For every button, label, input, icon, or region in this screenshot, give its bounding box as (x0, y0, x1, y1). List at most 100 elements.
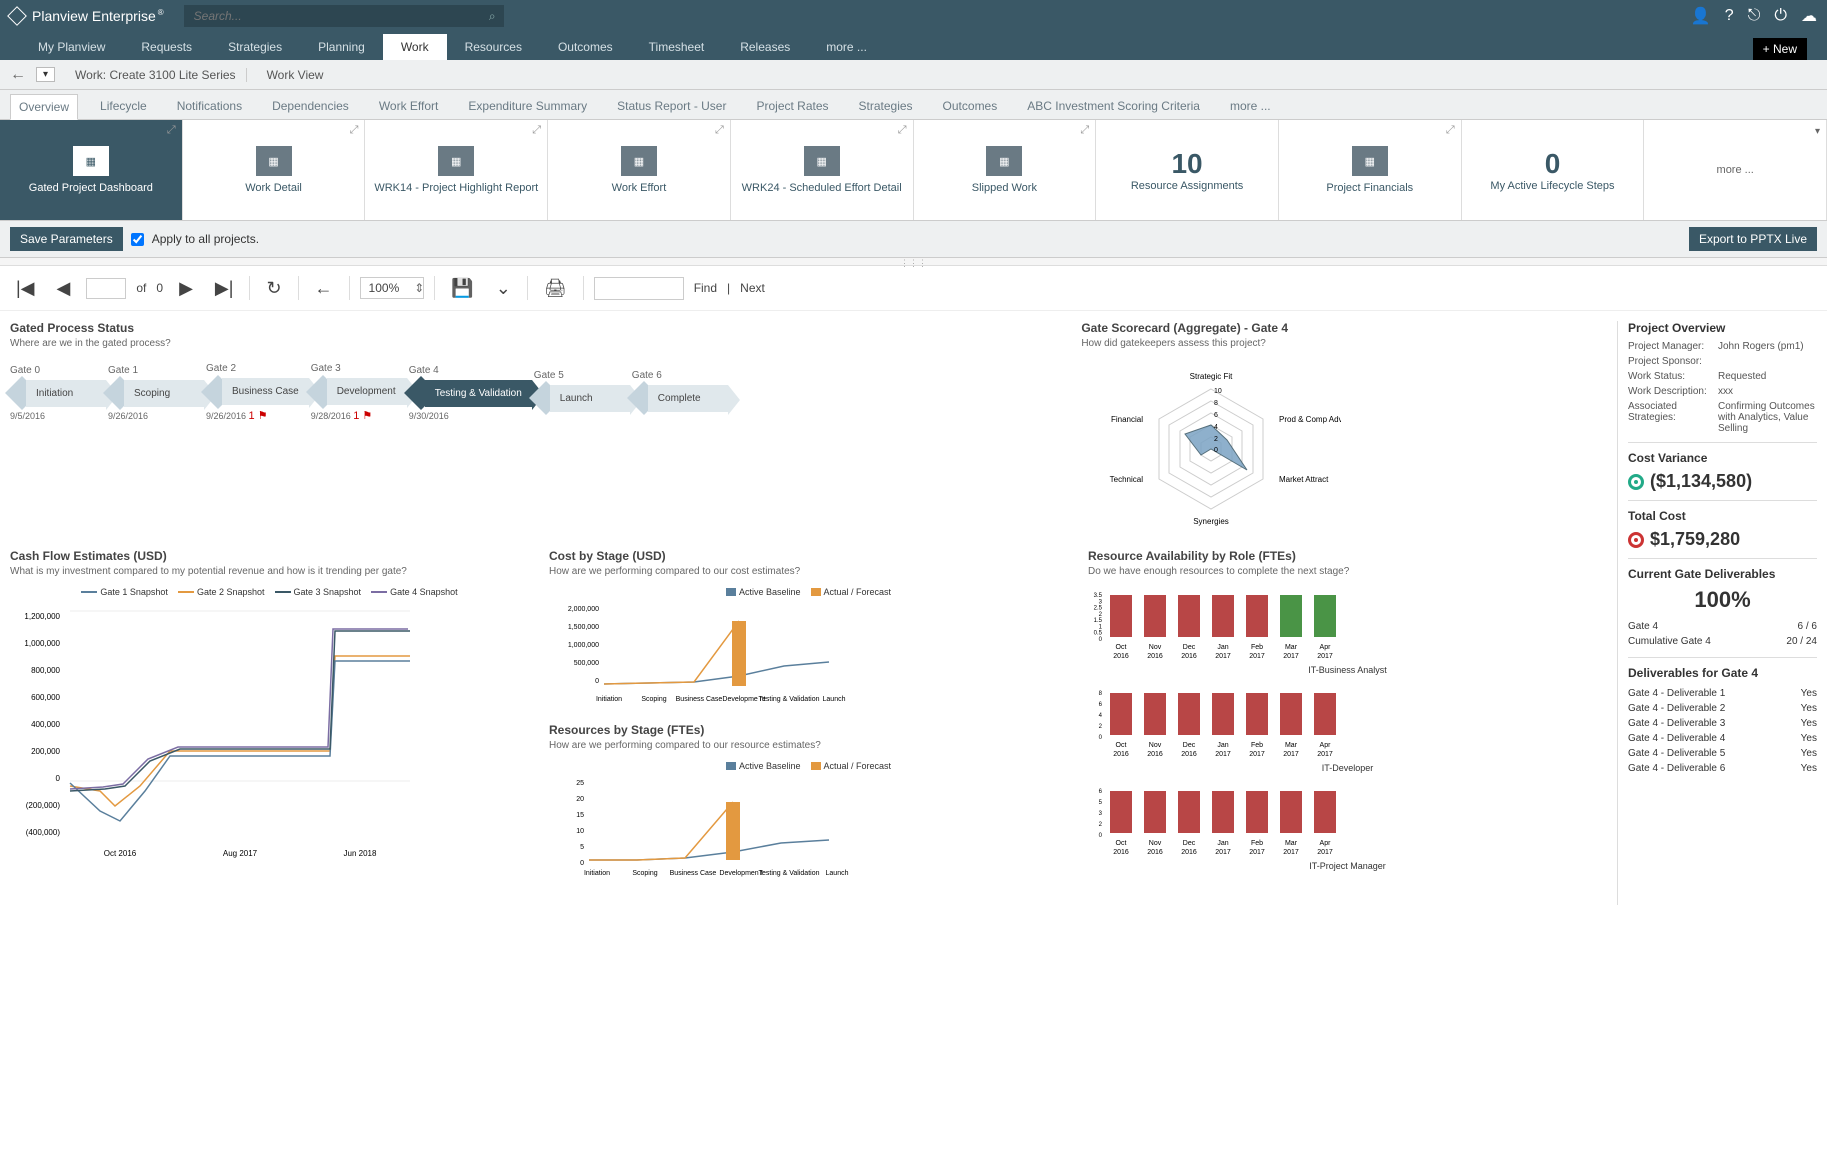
svg-text:(400,000): (400,000) (26, 828, 61, 837)
prev-page-icon[interactable]: ◀ (51, 278, 77, 299)
tile-effort[interactable]: ⤢▦Work Effort (548, 120, 731, 220)
tile-fin[interactable]: ⤢▦Project Financials (1279, 120, 1462, 220)
svg-text:2016: 2016 (1147, 653, 1163, 660)
cost-stage-sub: How are we performing compared to our co… (549, 566, 1068, 577)
save-icon[interactable]: 💾 (445, 278, 479, 299)
tile-gated[interactable]: ⤢▦Gated Project Dashboard (0, 120, 183, 220)
last-page-icon[interactable]: ▶| (209, 278, 240, 299)
logout-icon[interactable]: ⎋ (1748, 7, 1761, 25)
overview-row: Gate 4 - Deliverable 3Yes (1628, 716, 1817, 731)
svg-text:3: 3 (1099, 599, 1103, 605)
nav-item[interactable]: Strategies (210, 34, 300, 60)
tile-steps[interactable]: 0My Active Lifecycle Steps (1462, 120, 1645, 220)
nav-item[interactable]: My Planview (20, 34, 123, 60)
svg-text:2017: 2017 (1283, 653, 1299, 660)
tile-detail[interactable]: ⤢▦Work Detail (183, 120, 366, 220)
sub-tab[interactable]: Project Rates (748, 94, 836, 119)
tile-wrk14[interactable]: ⤢▦WRK14 - Project Highlight Report (365, 120, 548, 220)
svg-text:200,000: 200,000 (31, 747, 60, 756)
save-parameters-button[interactable]: Save Parameters (10, 227, 123, 251)
total-cost-icon (1628, 532, 1644, 548)
next-page-icon[interactable]: ▶ (173, 278, 199, 299)
find-input[interactable] (594, 277, 684, 300)
new-button[interactable]: + New (1753, 38, 1807, 60)
svg-text:Financial: Financial (1111, 415, 1143, 424)
nav-item[interactable]: Resources (447, 34, 540, 60)
overview-row: Project Sponsor: (1628, 356, 1817, 367)
svg-text:Jan: Jan (1217, 644, 1228, 651)
tile-res[interactable]: 10Resource Assignments (1096, 120, 1279, 220)
search-input[interactable] (184, 5, 504, 27)
sub-tab[interactable]: ABC Investment Scoring Criteria (1019, 94, 1208, 119)
refresh-icon[interactable]: ↻ (260, 278, 287, 299)
sub-tab[interactable]: Lifecycle (92, 94, 155, 119)
svg-text:1,200,000: 1,200,000 (24, 612, 60, 621)
cost-res-column: Cost by Stage (USD) How are we performin… (549, 549, 1068, 885)
sub-tab[interactable]: Overview (10, 94, 78, 120)
svg-text:Jun 2018: Jun 2018 (344, 849, 377, 858)
svg-text:2: 2 (1214, 436, 1218, 443)
svg-text:6: 6 (1099, 702, 1103, 708)
tile-slipped[interactable]: ⤢▦Slipped Work (914, 120, 1097, 220)
sub-tab[interactable]: Strategies (851, 94, 921, 119)
export-pptx-button[interactable]: Export to PPTX Live (1689, 227, 1817, 251)
svg-text:Mar: Mar (1285, 840, 1298, 847)
power-icon[interactable]: ⏻ (1774, 7, 1787, 25)
overview-row: Work Status:Requested (1628, 371, 1817, 382)
user-icon[interactable]: 👤 (1691, 6, 1711, 26)
cost-var-icon (1628, 474, 1644, 490)
svg-text:2016: 2016 (1147, 849, 1163, 856)
sub-tab[interactable]: Status Report - User (609, 94, 734, 119)
search-icon[interactable]: ⌕ (489, 9, 496, 24)
overview-row: Gate 4 - Deliverable 4Yes (1628, 731, 1817, 746)
cashflow-sub: What is my investment compared to my pot… (10, 566, 529, 577)
print-icon[interactable]: 🖨 (538, 278, 573, 299)
tile-more[interactable]: more ...▾ (1644, 120, 1827, 220)
sub-tab[interactable]: Notifications (169, 94, 250, 119)
sub-tab[interactable]: Work Effort (371, 94, 447, 119)
tile-wrk24[interactable]: ⤢▦WRK24 - Scheduled Effort Detail (731, 120, 914, 220)
svg-text:2017: 2017 (1317, 751, 1333, 758)
svg-text:0: 0 (1099, 637, 1103, 643)
breadcrumb-dropdown[interactable]: ▾ (36, 67, 55, 82)
svg-text:2016: 2016 (1113, 751, 1129, 758)
help-icon[interactable]: ? (1725, 7, 1734, 25)
total-cost-label: Total Cost (1628, 509, 1817, 523)
res-avail-sub: Do we have enough resources to complete … (1088, 566, 1607, 577)
svg-text:Nov: Nov (1149, 644, 1162, 651)
cloud-icon[interactable]: ☁ (1801, 6, 1817, 26)
nav-item[interactable]: Planning (300, 34, 383, 60)
next-label[interactable]: Next (740, 281, 765, 295)
nav-item[interactable]: Outcomes (540, 34, 631, 60)
svg-text:Aug 2017: Aug 2017 (223, 849, 258, 858)
total-cost-value: $1,759,280 (1650, 529, 1740, 550)
sub-tab[interactable]: Outcomes (935, 94, 1006, 119)
back-icon[interactable]: ← (10, 66, 26, 84)
page-input[interactable] (86, 278, 126, 299)
overview-row: Associated Strategies:Confirming Outcome… (1628, 401, 1817, 434)
svg-text:4: 4 (1099, 713, 1103, 719)
sub-tab[interactable]: Expenditure Summary (460, 94, 595, 119)
back-nav-icon[interactable]: ← (309, 278, 339, 299)
overview-row: Work Description:xxx (1628, 386, 1817, 397)
svg-text:2016: 2016 (1113, 849, 1129, 856)
sub-tab[interactable]: more ... (1222, 94, 1279, 119)
first-page-icon[interactable]: |◀ (10, 278, 41, 299)
apply-all-checkbox[interactable] (131, 233, 144, 246)
nav-item[interactable]: Requests (123, 34, 210, 60)
svg-text:Developmen t: Developmen t (719, 870, 762, 877)
nav-item[interactable]: more ... (808, 34, 885, 60)
sub-tab[interactable]: Dependencies (264, 94, 357, 119)
svg-text:Dec: Dec (1183, 840, 1196, 847)
find-label[interactable]: Find (694, 281, 717, 295)
nav-item[interactable]: Timesheet (631, 34, 723, 60)
svg-text:Strategic Fit: Strategic Fit (1190, 372, 1233, 381)
res-stage-sub: How are we performing compared to our re… (549, 740, 1068, 751)
overview-row: Project Manager:John Rogers (pm1) (1628, 341, 1817, 352)
deliv-title: Deliverables for Gate 4 (1628, 666, 1817, 680)
nav-item[interactable]: Releases (722, 34, 808, 60)
svg-text:Business Case: Business Case (670, 870, 717, 877)
overview-title: Project Overview (1628, 321, 1817, 335)
save-dropdown-icon[interactable]: ⌄ (490, 278, 517, 299)
nav-item[interactable]: Work (383, 34, 447, 60)
